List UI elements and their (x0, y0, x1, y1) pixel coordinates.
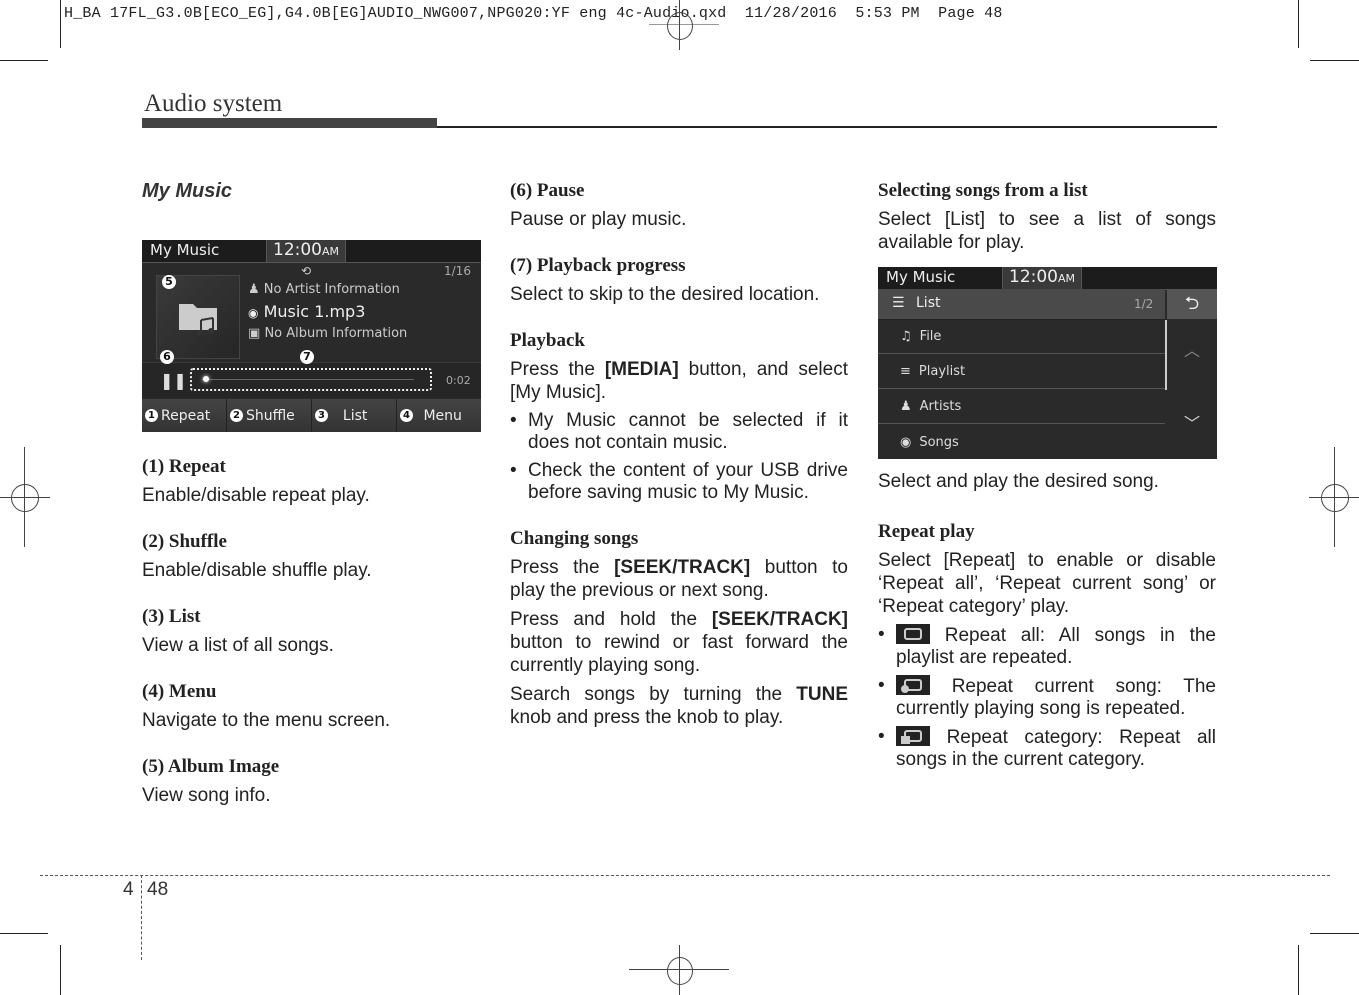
list-item-file[interactable]: ♫ File (878, 320, 1165, 354)
screen-title: My Music (150, 241, 220, 259)
section-list: (3) List View a list of all songs. (142, 606, 334, 656)
column-3-body: Select and play the desired song. Repeat… (878, 471, 1216, 770)
list-item-songs[interactable]: ◉ Songs (878, 425, 1165, 459)
chapter-number: 4 (123, 879, 134, 900)
clock: 12:00AM (266, 240, 347, 262)
callout-6: 6 (160, 350, 174, 364)
page-indicator: 1/2 (1134, 297, 1154, 311)
bullet-item: • Repeat category: Repeat all songs in t… (878, 726, 1216, 770)
screen-top-bar: My Music 12:00AM (878, 267, 1217, 290)
column-1: My Music (142, 180, 480, 203)
progress-knob[interactable] (203, 376, 210, 382)
section-heading: Repeat play (878, 521, 975, 542)
section-heading: My Music (142, 180, 233, 202)
menu-button[interactable]: 4 Menu (397, 399, 481, 432)
bullet-item: • Repeat all: All songs in the playlist … (878, 624, 1216, 668)
artist-icon: ♟ (248, 282, 260, 297)
registration-mark (0, 447, 50, 547)
running-head: Audio system (144, 90, 283, 117)
print-slug: H_BA 17FL_G3.0B[ECO_EG],G4.0B[EG]AUDIO_N… (64, 5, 1003, 22)
page-number: 48 (147, 879, 169, 900)
screen-button-bar: 1 Repeat 2 Shuffle 3 List 4 Menu (142, 399, 481, 432)
elapsed-time: 0:02 (446, 374, 471, 387)
section-album-image: (5) Album Image View song info. (142, 756, 280, 806)
scroll-up-button[interactable]: ︿ (1167, 337, 1217, 361)
song-icon: ◉ (248, 306, 259, 320)
callout-7: 7 (300, 350, 314, 364)
list-header: ☰ List 1/2 (878, 289, 1165, 320)
crop-mark (1298, 0, 1299, 48)
section-changing-songs: Changing songs Press the [SEEK/TRACK] bu… (510, 528, 848, 728)
bullet-item: • Check the content of your USB drive bef… (510, 460, 848, 503)
section-playback-progress: (7) Playback progress Select to skip to t… (510, 255, 820, 305)
footer-rule (141, 875, 142, 960)
screen-top-bar: My Music 12:00AM (142, 240, 481, 263)
repeat-one-icon (896, 675, 930, 695)
footer-rule (40, 875, 1330, 876)
shuffle-button[interactable]: 2 Shuffle (227, 399, 312, 432)
playback-progress-slider[interactable] (190, 368, 432, 391)
music-note-icon: ♫ (900, 329, 912, 344)
list-item-artists[interactable]: ♟ Artists (878, 390, 1165, 424)
section-menu: (4) Menu Navigate to the menu screen. (142, 681, 391, 731)
section-repeat: (1) Repeat Enable/disable repeat play. (142, 456, 370, 506)
my-music-screen: My Music 12:00AM 5 ⟲ 1/16 ♟ No Artist In… (142, 240, 481, 432)
back-button[interactable]: ⮌ (1167, 289, 1217, 319)
track-index: 1/16 (444, 264, 471, 278)
song-icon: ◉ (900, 434, 912, 450)
column-3: Selecting songs from a list Select [List… (878, 180, 1216, 253)
pause-button[interactable]: ❚❚ (160, 371, 187, 390)
crop-mark (1310, 60, 1359, 61)
callout-5: 5 (162, 275, 176, 289)
scroll-down-button[interactable]: ﹀ (1167, 410, 1217, 434)
repeat-category-icon (896, 726, 930, 746)
list-screen: My Music 12:00AM ☰ List 1/2 ⮌ ♫ File ≡ Pla… (878, 267, 1217, 459)
section-shuffle: (2) Shuffle Enable/disable shuffle play. (142, 531, 372, 581)
list-item-playlist[interactable]: ≡ Playlist (878, 355, 1165, 389)
header-rule (437, 126, 1217, 128)
progress-track (202, 379, 414, 380)
registration-mark (1309, 447, 1359, 547)
crop-mark (0, 933, 48, 934)
crop-mark (0, 60, 48, 61)
artist-icon: ♟ (900, 399, 912, 414)
registration-mark (629, 945, 729, 995)
header-rule (142, 118, 437, 128)
column-2: (6) Pause Pause or play music. (7) Playba… (510, 180, 848, 753)
song-title: ◉ Music 1.mp3 (248, 302, 366, 321)
repeat-button[interactable]: 1 Repeat (142, 399, 227, 432)
artist-info: ♟ No Artist Information (248, 282, 400, 297)
playback-bar: ❚❚ 0:02 (142, 362, 481, 398)
album-icon: ▣ (248, 326, 261, 341)
crop-mark (1310, 933, 1359, 934)
bullet-item: • My Music cannot be selected if it does … (510, 410, 848, 453)
clock: 12:00AM (1002, 267, 1083, 289)
repeat-all-icon (896, 624, 930, 644)
list-button[interactable]: 3 List (312, 399, 397, 432)
crop-mark (1298, 945, 1299, 995)
section-pause: (6) Pause Pause or play music. (510, 180, 687, 230)
column-1-sections: (1) Repeat Enable/disable repeat play. (2… (142, 456, 480, 831)
list-icon: ☰ (892, 295, 905, 311)
crop-mark (60, 945, 61, 995)
bullet-item: • Repeat current song: The currently pla… (878, 675, 1216, 719)
album-info: ▣ No Album Information (248, 326, 408, 341)
crop-mark (60, 0, 61, 48)
screen-title: My Music (886, 268, 956, 286)
section-playback: Playback Press the [MEDIA] button, and s… (510, 330, 848, 503)
playlist-icon: ≡ (900, 364, 911, 379)
section-heading: Selecting songs from a list (878, 180, 1088, 201)
repeat-icon: ⟲ (301, 264, 312, 278)
registration-mark (629, 0, 729, 50)
